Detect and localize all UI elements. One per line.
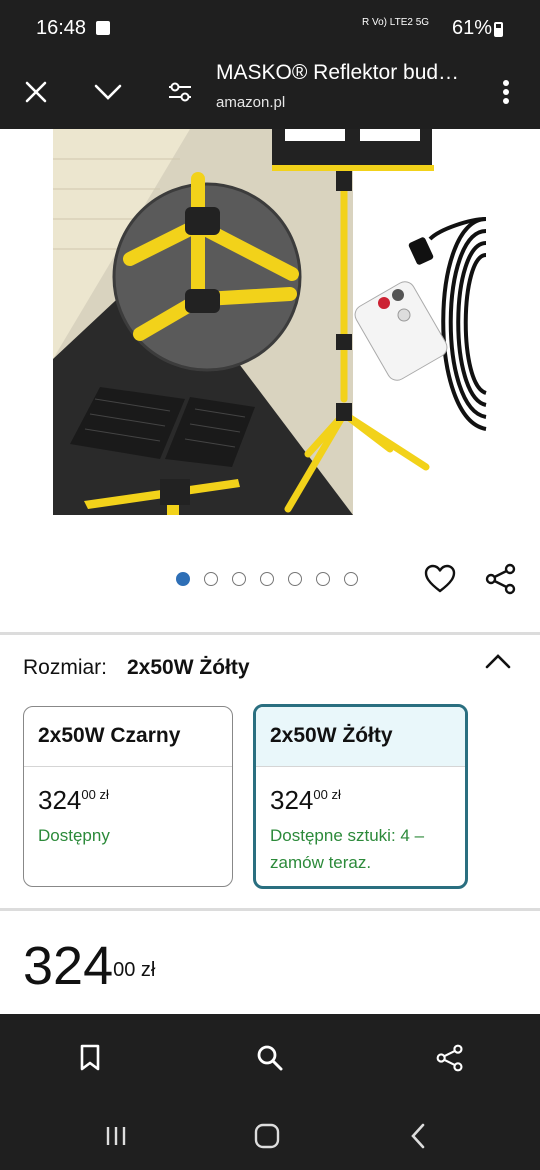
status-time: 16:48 xyxy=(36,17,87,39)
status-bar: 16:48 R Vo) LTE2 5G 61% xyxy=(0,0,540,56)
close-icon[interactable] xyxy=(18,74,54,110)
battery-percent: 61% xyxy=(452,17,493,39)
size-label: Rozmiar: xyxy=(23,656,108,679)
bookmark-icon[interactable] xyxy=(72,1040,108,1076)
option-availability: Dostępne sztuki: 4 – zamów teraz. xyxy=(270,826,425,872)
gallery-dot[interactable] xyxy=(232,572,246,586)
option-name: 2x50W Żółty xyxy=(256,707,465,767)
product-price: 32400 zł xyxy=(23,938,155,994)
option-price-cents: 00 zł xyxy=(313,787,341,802)
section-divider xyxy=(0,908,540,911)
size-option-yellow[interactable]: 2x50W Żółty 32400 zł Dostępne sztuki: 4 … xyxy=(253,704,468,889)
option-price: 32400 zł xyxy=(24,767,232,816)
notification-check-icon xyxy=(96,21,110,35)
bottom-action-bar xyxy=(0,1014,540,1100)
tune-icon[interactable] xyxy=(162,74,198,110)
share-icon[interactable] xyxy=(432,1040,468,1076)
more-vert-icon[interactable] xyxy=(488,74,524,110)
gallery-dot[interactable] xyxy=(204,572,218,586)
signal-indicators: R Vo) LTE2 5G xyxy=(362,17,430,28)
option-price-main: 324 xyxy=(270,785,314,815)
battery-icon xyxy=(494,22,503,37)
size-selected-value: 2x50W Żółty xyxy=(127,656,250,679)
search-icon[interactable] xyxy=(252,1040,288,1076)
page-title: MASKO® Reflektor bud… xyxy=(216,61,460,84)
page-domain: amazon.pl xyxy=(216,94,286,111)
price-main: 324 xyxy=(23,936,114,996)
option-availability: Dostępny xyxy=(38,826,110,845)
browser-toolbar: MASKO® Reflektor bud… amazon.pl xyxy=(0,56,540,129)
home-icon[interactable] xyxy=(249,1118,285,1154)
gallery-pagination[interactable] xyxy=(176,572,358,586)
product-image[interactable] xyxy=(0,129,540,549)
recents-icon[interactable] xyxy=(98,1118,134,1154)
chevron-down-icon[interactable] xyxy=(90,74,126,110)
gallery-dot[interactable] xyxy=(344,572,358,586)
section-divider xyxy=(0,632,540,635)
gallery-dot[interactable] xyxy=(260,572,274,586)
chevron-up-icon[interactable] xyxy=(485,652,511,675)
back-icon[interactable] xyxy=(400,1118,436,1154)
option-price-main: 324 xyxy=(38,785,82,815)
option-price-cents: 00 zł xyxy=(81,787,109,802)
gallery-dot[interactable] xyxy=(176,572,190,586)
gallery-dot[interactable] xyxy=(316,572,330,586)
size-option-black[interactable]: 2x50W Czarny 32400 zł Dostępny xyxy=(23,706,233,887)
system-nav-bar xyxy=(0,1100,540,1170)
option-price: 32400 zł xyxy=(256,767,465,816)
price-cents: 00 zł xyxy=(113,959,156,981)
share-icon[interactable] xyxy=(484,563,518,600)
heart-icon[interactable] xyxy=(424,564,456,599)
gallery-dot[interactable] xyxy=(288,572,302,586)
option-name: 2x50W Czarny xyxy=(24,707,232,767)
